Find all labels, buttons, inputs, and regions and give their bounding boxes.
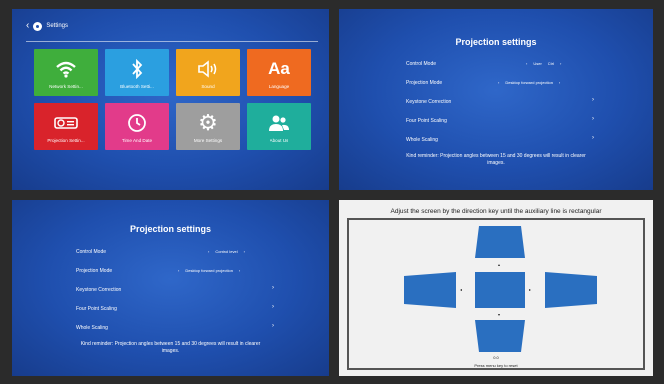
chevron-right-icon[interactable]: ›	[559, 80, 560, 85]
bluetooth-icon	[130, 57, 144, 81]
projection-mode-value[interactable]: ‹ Desktop forward projection ›	[178, 268, 240, 273]
tile-label: Language	[268, 83, 290, 89]
tile-label: Bluetooth Setti...	[120, 83, 154, 89]
row-whole-scaling[interactable]: Whole Scaling ›	[76, 323, 276, 332]
row-label: Projection Mode	[76, 268, 113, 274]
chevron-left-icon[interactable]: ‹	[208, 249, 209, 254]
projection-settings-screen-b: Projection settings Control Mode ‹ Contr…	[12, 200, 329, 376]
settings-title: Settings	[46, 23, 69, 29]
row-label: Four Point Scaling	[406, 118, 447, 124]
row-label: Keystone Correction	[406, 99, 452, 105]
row-whole-scaling[interactable]: Whole Scaling ›	[406, 135, 596, 144]
projection-mode-value[interactable]: ‹ Desktop forward projection ›	[498, 80, 560, 85]
chevron-right-icon: ›	[592, 116, 594, 122]
settings-gear-icon	[33, 21, 43, 31]
kind-reminder: Kind reminder: Projection angles between…	[80, 341, 261, 354]
tile-bluetooth-settings[interactable]: Bluetooth Setti...	[105, 49, 169, 96]
arrow-right-icon: ▸	[529, 287, 532, 292]
row-label: Projection Mode	[406, 80, 443, 86]
chevron-right-icon: ›	[592, 97, 594, 103]
row-label: Keystone Correction	[76, 287, 122, 293]
value-text: Desktop forward projection	[505, 80, 553, 85]
row-label: Whole Scaling	[406, 137, 438, 143]
tile-label: Time And Date	[121, 137, 153, 143]
row-label: Whole Scaling	[76, 325, 108, 331]
tile-time-and-date[interactable]: Time And Date	[105, 103, 169, 150]
kind-reminder: Kind reminder: Projection angles between…	[406, 153, 586, 166]
control-mode-values[interactable]: ‹ User Ctrl ›	[526, 61, 561, 66]
wifi-icon	[55, 57, 77, 81]
keystone-value: 0.0	[493, 355, 499, 360]
control-mode-value[interactable]: ‹ Control level ›	[208, 249, 245, 254]
row-keystone-correction[interactable]: Keystone Correction ›	[406, 97, 596, 106]
chevron-right-icon: ›	[272, 304, 274, 310]
settings-screen: ‹ Settings Network Settin... Bluetooth S…	[12, 9, 329, 190]
row-four-point-scaling[interactable]: Four Point Scaling ›	[76, 304, 276, 313]
chevron-left-icon[interactable]: ‹	[178, 268, 179, 273]
tile-label: Network Settin...	[49, 83, 83, 89]
gear-icon: ⚙	[198, 109, 218, 135]
tile-more-settings[interactable]: ⚙ More Settings	[176, 103, 240, 150]
chevron-right-icon[interactable]: ›	[560, 61, 561, 66]
keystone-left-handle[interactable]	[404, 272, 456, 308]
row-label: Control Mode	[76, 249, 107, 255]
page-title: Projection settings	[129, 224, 211, 234]
row-four-point-scaling[interactable]: Four Point Scaling ›	[406, 116, 596, 125]
arrow-left-icon[interactable]: ‹	[26, 21, 29, 31]
chevron-left-icon[interactable]: ‹	[526, 61, 527, 66]
tile-network-settings[interactable]: Network Settin...	[34, 49, 98, 96]
keystone-top-handle[interactable]	[475, 226, 525, 258]
arrow-left-icon: ◂	[460, 287, 463, 292]
chevron-left-icon[interactable]: ‹	[498, 80, 499, 85]
chevron-right-icon: ›	[272, 323, 274, 329]
value-text: Control level	[215, 249, 238, 254]
speaker-icon	[197, 57, 219, 81]
row-label: Control Mode	[406, 61, 437, 67]
tile-label: Projection Settin...	[47, 137, 85, 143]
tile-projection-settings[interactable]: Projection Settin...	[34, 103, 98, 150]
row-projection-mode[interactable]: Projection Mode ‹ Desktop forward projec…	[406, 79, 596, 87]
chevron-right-icon: ›	[592, 135, 594, 141]
reset-hint: Press menu key to reset	[474, 363, 518, 368]
people-icon	[268, 111, 290, 135]
keystone-instruction: Adjust the screen by the direction key u…	[390, 208, 602, 215]
projection-settings-screen-a: Projection settings Control Mode ‹ User …	[339, 9, 653, 190]
keystone-correction-screen: Adjust the screen by the direction key u…	[339, 200, 653, 376]
clock-icon	[127, 111, 147, 135]
page-title: Projection settings	[455, 37, 537, 47]
chevron-right-icon[interactable]: ›	[244, 249, 245, 254]
chevron-right-icon: ›	[272, 285, 274, 291]
keystone-bottom-handle[interactable]	[475, 320, 525, 352]
tile-label: Sound	[201, 83, 215, 89]
value-user: User	[533, 61, 542, 66]
row-control-mode[interactable]: Control Mode ‹ Control level ›	[76, 248, 276, 256]
chevron-right-icon[interactable]: ›	[239, 268, 240, 273]
settings-tiles: Network Settin... Bluetooth Setti... Sou…	[34, 49, 311, 150]
tile-label: More Settings	[193, 137, 223, 143]
row-label: Four Point Scaling	[76, 306, 117, 312]
value-ctrl: Ctrl	[547, 61, 555, 66]
tile-language[interactable]: Aa Language	[247, 49, 311, 96]
row-keystone-correction[interactable]: Keystone Correction ›	[76, 285, 276, 294]
tile-sound[interactable]: Sound	[176, 49, 240, 96]
row-control-mode[interactable]: Control Mode ‹ User Ctrl ›	[406, 60, 596, 68]
tile-about-us[interactable]: About Us	[247, 103, 311, 150]
arrow-up-icon: ▴	[498, 262, 501, 267]
row-projection-mode[interactable]: Projection Mode ‹ Desktop forward projec…	[76, 267, 276, 275]
arrow-down-icon: ▾	[498, 312, 501, 317]
value-text: Desktop forward projection	[185, 268, 233, 273]
settings-header: ‹ Settings	[26, 19, 68, 33]
keystone-right-handle[interactable]	[545, 272, 597, 308]
header-divider	[26, 41, 318, 42]
projector-icon	[54, 111, 78, 135]
tile-label: About Us	[269, 137, 289, 143]
keystone-center	[475, 272, 525, 308]
language-icon: Aa	[268, 58, 290, 78]
